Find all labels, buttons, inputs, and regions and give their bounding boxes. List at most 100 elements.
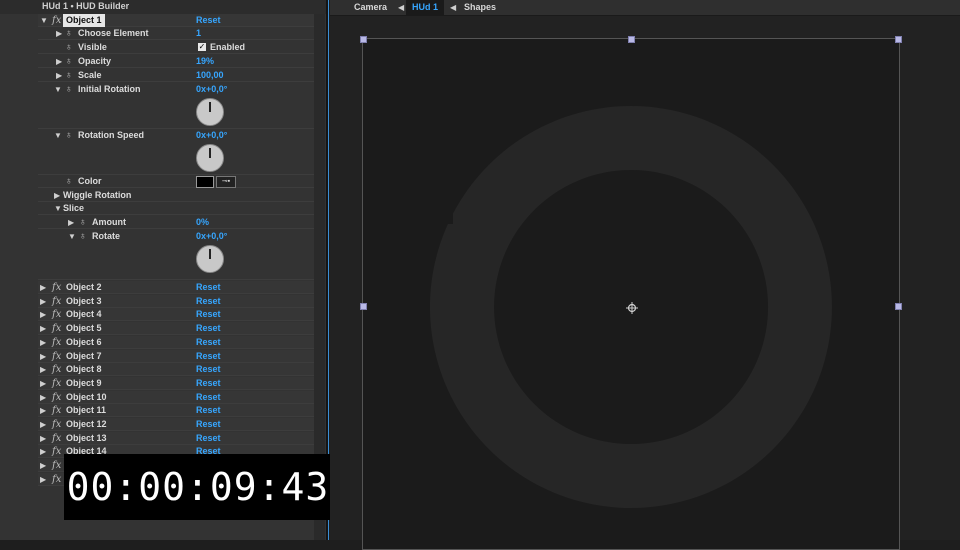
collapse-triangle-icon[interactable]: ▶	[68, 216, 74, 229]
transform-handle[interactable]	[895, 36, 902, 43]
reset-link[interactable]: Reset	[196, 377, 221, 390]
rotate-value[interactable]: 0x+0,0°	[196, 230, 227, 243]
reset-link[interactable]: Reset	[196, 404, 221, 417]
object-label[interactable]: Object 11	[66, 404, 106, 417]
object-row[interactable]: ▶ fx Object 8 Reset	[38, 363, 314, 377]
color-swatch[interactable]	[196, 176, 214, 188]
fx-icon[interactable]: fx	[52, 295, 61, 308]
stopwatch-icon[interactable]: ♁	[65, 69, 73, 82]
object-row[interactable]: ▶ fx Object 12 Reset	[38, 418, 314, 431]
stopwatch-icon[interactable]: ♁	[65, 175, 73, 188]
object-label[interactable]: Object 6	[66, 336, 102, 349]
collapse-triangle-icon[interactable]: ▶	[40, 322, 46, 335]
initial-rotation-value[interactable]: 0x+0,0°	[196, 83, 227, 96]
rotation-dial[interactable]	[196, 98, 224, 126]
scale-value[interactable]: 100,00	[196, 69, 224, 82]
object-label[interactable]: Object 7	[66, 350, 102, 363]
collapse-triangle-icon[interactable]: ▶	[40, 377, 46, 390]
collapse-triangle-icon[interactable]: ▶	[40, 281, 46, 294]
stopwatch-icon[interactable]: ♁	[65, 55, 73, 68]
collapse-triangle-icon[interactable]: ▶	[40, 350, 46, 363]
collapse-triangle-icon[interactable]: ▶	[54, 189, 60, 202]
fx-icon[interactable]: fx	[52, 281, 61, 294]
reset-link[interactable]: Reset	[196, 322, 221, 335]
choose-element-value[interactable]: 1	[196, 27, 201, 40]
object-label[interactable]: Object 9	[66, 377, 102, 390]
reset-link[interactable]: Reset	[196, 350, 221, 363]
anchor-point-icon[interactable]	[626, 302, 638, 314]
expand-triangle-icon[interactable]: ▼	[54, 129, 62, 142]
reset-link[interactable]: Reset	[196, 391, 221, 404]
collapse-triangle-icon[interactable]: ▶	[40, 459, 46, 472]
expand-triangle-icon[interactable]: ▼	[54, 83, 62, 96]
fx-icon[interactable]: fx	[52, 459, 61, 472]
object-row[interactable]: ▶ fx Object 13 Reset	[38, 431, 314, 445]
object-label[interactable]: Object 5	[66, 322, 102, 335]
fx-icon[interactable]: fx	[52, 418, 61, 431]
rotation-speed-value[interactable]: 0x+0,0°	[196, 129, 227, 142]
fx-icon[interactable]: fx	[52, 308, 61, 321]
stopwatch-icon[interactable]: ♁	[65, 27, 73, 40]
amount-value[interactable]: 0%	[196, 216, 209, 229]
collapse-triangle-icon[interactable]: ▶	[40, 295, 46, 308]
object-row[interactable]: ▶ fx Object 4 Reset	[38, 308, 314, 322]
wiggle-rotation-label[interactable]: Wiggle Rotation	[63, 189, 131, 202]
fx-icon[interactable]: fx	[52, 377, 61, 390]
object-row[interactable]: ▶ fx Object 5 Reset	[38, 322, 314, 336]
tab-camera[interactable]: Camera	[348, 0, 393, 15]
collapse-triangle-icon[interactable]: ▶	[40, 363, 46, 376]
object-label[interactable]: Object 4	[66, 308, 102, 321]
hud-ring-shape[interactable]	[363, 39, 899, 549]
object-label[interactable]: Object 10	[66, 391, 107, 404]
fx-icon[interactable]: fx	[52, 322, 61, 335]
object-1-row[interactable]: ▼ fx Object 1 Reset	[38, 14, 314, 27]
rotate-dial[interactable]	[196, 245, 224, 273]
visible-checkbox[interactable]: ✓	[198, 43, 206, 51]
collapse-triangle-icon[interactable]: ▶	[40, 404, 46, 417]
tab-shapes[interactable]: Shapes	[458, 0, 502, 15]
collapse-triangle-icon[interactable]: ▶	[56, 69, 62, 82]
collapse-triangle-icon[interactable]: ▶	[40, 391, 46, 404]
object-row[interactable]: ▶ fx Object 7 Reset	[38, 349, 314, 363]
fx-icon[interactable]: fx	[52, 14, 61, 27]
slice-label[interactable]: Slice	[63, 202, 84, 215]
object-row[interactable]: ▶ fx Object 2 Reset	[38, 281, 314, 294]
object-row[interactable]: ▶ fx Object 9 Reset	[38, 376, 314, 390]
reset-link[interactable]: Reset	[196, 418, 221, 431]
collapse-triangle-icon[interactable]: ▶	[40, 308, 46, 321]
fx-icon[interactable]: fx	[52, 473, 61, 486]
fx-icon[interactable]: fx	[52, 432, 61, 445]
object-row[interactable]: ▶ fx Object 3 Reset	[38, 294, 314, 308]
stopwatch-icon[interactable]: ♁	[65, 129, 73, 142]
expand-triangle-icon[interactable]: ▼	[68, 230, 76, 243]
rotation-speed-dial[interactable]	[196, 144, 224, 172]
fx-icon[interactable]: fx	[52, 336, 61, 349]
stopwatch-icon[interactable]: ♁	[65, 83, 73, 96]
object-label[interactable]: Object 12	[66, 418, 107, 431]
transform-handle[interactable]	[360, 36, 367, 43]
collapse-triangle-icon[interactable]: ▶	[40, 445, 46, 458]
object-label[interactable]: Object 13	[66, 432, 107, 445]
transform-handle[interactable]	[628, 36, 635, 43]
reset-link[interactable]: Reset	[196, 308, 221, 321]
collapse-triangle-icon[interactable]: ▶	[40, 418, 46, 431]
object-label[interactable]: Object 3	[66, 295, 102, 308]
transform-handle[interactable]	[360, 303, 367, 310]
tab-hud-1[interactable]: HUd 1	[406, 0, 445, 15]
object-label[interactable]: Object 8	[66, 363, 102, 376]
eyedropper-icon[interactable]: ⊸▪	[216, 176, 236, 188]
fx-icon[interactable]: fx	[52, 445, 61, 458]
opacity-value[interactable]: 19%	[196, 55, 214, 68]
reset-link[interactable]: Reset	[196, 14, 221, 27]
reset-link[interactable]: Reset	[196, 432, 221, 445]
transform-handle[interactable]	[895, 303, 902, 310]
reset-link[interactable]: Reset	[196, 336, 221, 349]
reset-link[interactable]: Reset	[196, 281, 221, 294]
fx-icon[interactable]: fx	[52, 391, 61, 404]
reset-link[interactable]: Reset	[196, 295, 221, 308]
collapse-triangle-icon[interactable]: ▶	[40, 432, 46, 445]
reset-link[interactable]: Reset	[196, 363, 221, 376]
collapse-triangle-icon[interactable]: ▶	[56, 55, 62, 68]
object-row[interactable]: ▶ fx Object 10 Reset	[38, 390, 314, 404]
object-row[interactable]: ▶ fx Object 6 Reset	[38, 335, 314, 349]
